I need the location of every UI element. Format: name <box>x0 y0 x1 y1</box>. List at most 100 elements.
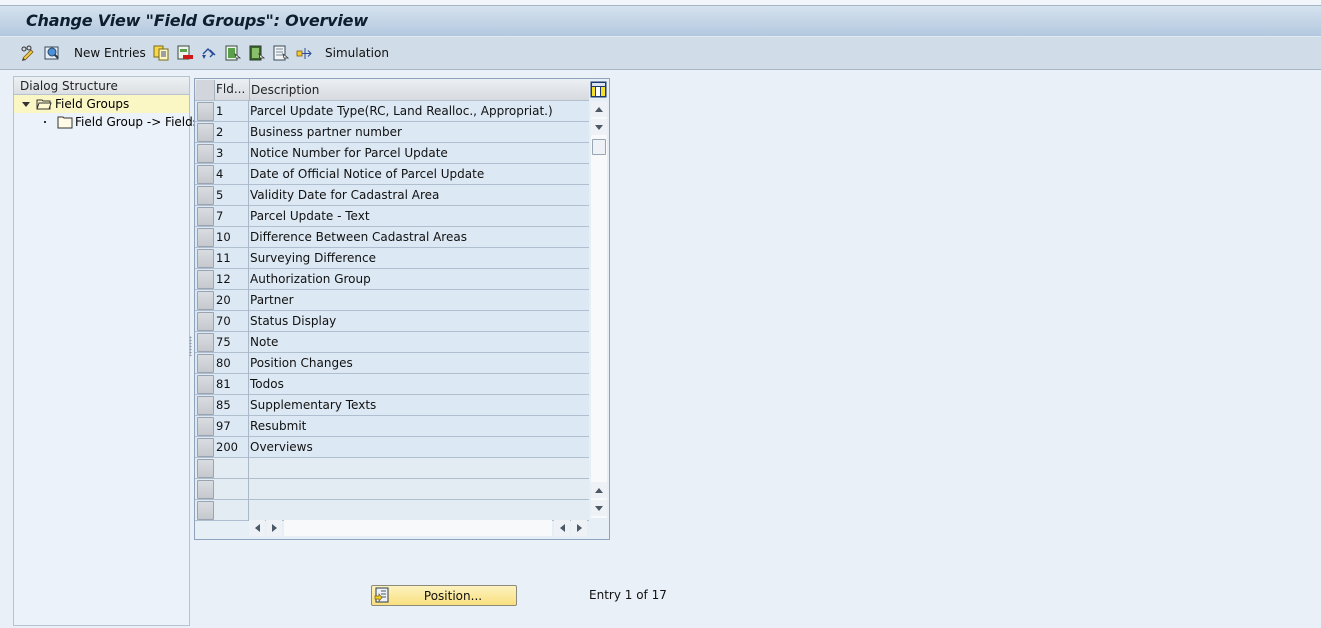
expand-triangle-icon[interactable] <box>22 102 30 107</box>
row-select-button[interactable] <box>197 186 214 205</box>
cell-description-container: Business partner number <box>248 122 589 143</box>
row-select-button[interactable] <box>197 375 214 394</box>
row-select-button[interactable] <box>197 270 214 289</box>
panel-splitter-handle[interactable] <box>189 336 192 356</box>
cell-description <box>249 482 250 496</box>
position-button[interactable]: Position... <box>371 585 517 606</box>
cell-field-group: 70 <box>216 314 231 328</box>
table-row[interactable]: 12 Authorization Group <box>195 269 589 290</box>
cell-field-group: 1 <box>216 104 224 118</box>
table-row[interactable]: 70 Status Display <box>195 311 589 332</box>
page-title: Change View "Field Groups": Overview <box>26 11 368 30</box>
tree-node-label: Field Groups <box>55 97 130 111</box>
scroll-thumb[interactable] <box>592 139 606 155</box>
row-select-button[interactable] <box>197 312 214 331</box>
table-row[interactable] <box>195 458 589 479</box>
tree-node-field-group-fields[interactable]: Field Group -> Fields <box>14 113 199 131</box>
cell-description-container: Note <box>248 332 589 353</box>
row-select-button[interactable] <box>197 207 214 226</box>
cell-field-group: 97 <box>216 419 231 433</box>
table-row[interactable]: 10 Difference Between Cadastral Areas <box>195 227 589 248</box>
table-row[interactable]: 85 Supplementary Texts <box>195 395 589 416</box>
row-select-button[interactable] <box>197 480 214 499</box>
cell-description: Notice Number for Parcel Update <box>250 146 448 160</box>
cell-description-container: Surveying Difference <box>248 248 589 269</box>
row-select-button[interactable] <box>197 144 214 163</box>
copy-as-button[interactable] <box>153 44 169 62</box>
page-up-button[interactable] <box>591 482 607 498</box>
scroll-right-button[interactable] <box>266 520 282 536</box>
horizontal-scrollbar[interactable] <box>284 520 552 536</box>
row-select-button[interactable] <box>197 396 214 415</box>
row-select-button[interactable] <box>197 501 214 520</box>
column-header-description[interactable]: Description <box>249 79 319 101</box>
table-row[interactable] <box>195 500 589 521</box>
select-all-rows-button[interactable] <box>196 80 215 100</box>
scroll-left-button[interactable] <box>249 520 265 536</box>
find-icon <box>44 46 59 60</box>
scroll-right-end-button[interactable] <box>571 520 587 536</box>
scroll-left-end-button[interactable] <box>554 520 570 536</box>
row-select-button[interactable] <box>197 228 214 247</box>
row-select-button[interactable] <box>197 102 214 121</box>
deselect-all-button[interactable] <box>273 44 289 62</box>
scroll-down-button[interactable] <box>591 119 607 135</box>
cell-field-group: 3 <box>216 146 224 160</box>
new-entries-button[interactable]: New Entries <box>74 44 146 62</box>
cell-description: Supplementary Texts <box>250 398 377 412</box>
row-select-button[interactable] <box>197 333 214 352</box>
cell-description-container: Position Changes <box>248 353 589 374</box>
scroll-up-button[interactable] <box>591 101 607 117</box>
table-row[interactable]: 1 Parcel Update Type(RC, Land Realloc., A… <box>195 101 589 122</box>
cell-field-group: 5 <box>216 188 224 202</box>
select-block-button[interactable] <box>249 44 265 62</box>
cell-description-container: Supplementary Texts <box>248 395 589 416</box>
delete-button[interactable] <box>177 44 193 62</box>
table-row[interactable]: 7 Parcel Update - Text <box>195 206 589 227</box>
arrow-left-icon <box>254 524 260 532</box>
table-row[interactable]: 97 Resubmit <box>195 416 589 437</box>
undo-change-button[interactable] <box>201 44 217 62</box>
cell-description: Status Display <box>250 314 337 328</box>
simulation-button[interactable]: Simulation <box>296 44 389 62</box>
table-settings-icon[interactable] <box>590 81 607 98</box>
cell-field-group: 7 <box>216 209 224 223</box>
find-button[interactable] <box>44 44 60 62</box>
position-button-label: Position... <box>423 589 483 603</box>
table-row[interactable]: 11 Surveying Difference <box>195 248 589 269</box>
cell-field-group: 20 <box>216 293 231 307</box>
cell-description-container: Validity Date for Cadastral Area <box>248 185 589 206</box>
field-groups-table: Fld... Description 1 Parcel Update Type(R… <box>194 78 610 540</box>
table-row[interactable] <box>195 479 589 500</box>
table-row[interactable]: 20 Partner <box>195 290 589 311</box>
table-row[interactable]: 2 Business partner number <box>195 122 589 143</box>
table-row[interactable]: 200 Overviews <box>195 437 589 458</box>
row-select-button[interactable] <box>197 459 214 478</box>
row-select-button[interactable] <box>197 165 214 184</box>
tree-node-field-groups[interactable]: Field Groups <box>14 95 189 113</box>
row-select-button[interactable] <box>197 354 214 373</box>
table-row[interactable]: 75 Note <box>195 332 589 353</box>
table-row[interactable]: 3 Notice Number for Parcel Update <box>195 143 589 164</box>
cell-description: Surveying Difference <box>250 251 376 265</box>
row-select-button[interactable] <box>197 438 214 457</box>
display-change-button[interactable] <box>20 44 36 62</box>
table-row[interactable]: 5 Validity Date for Cadastral Area <box>195 185 589 206</box>
row-select-button[interactable] <box>197 123 214 142</box>
page-down-button[interactable] <box>591 500 607 516</box>
table-row[interactable]: 80 Position Changes <box>195 353 589 374</box>
table-row[interactable]: 4 Date of Official Notice of Parcel Updat… <box>195 164 589 185</box>
cell-description-container: Todos <box>248 374 589 395</box>
column-header-field-group[interactable]: Fld... <box>216 82 248 96</box>
simulation-icon <box>296 48 312 59</box>
row-select-button[interactable] <box>197 249 214 268</box>
row-select-button[interactable] <box>197 417 214 436</box>
arrow-right-icon <box>576 524 582 532</box>
cell-field-group: 200 <box>216 440 238 454</box>
vertical-scrollbar[interactable] <box>591 101 607 518</box>
row-select-button[interactable] <box>197 291 214 310</box>
cell-field-group: 80 <box>216 356 231 370</box>
table-row[interactable]: 81 Todos <box>195 374 589 395</box>
cell-description-container <box>248 500 589 521</box>
select-all-button[interactable] <box>225 44 241 62</box>
